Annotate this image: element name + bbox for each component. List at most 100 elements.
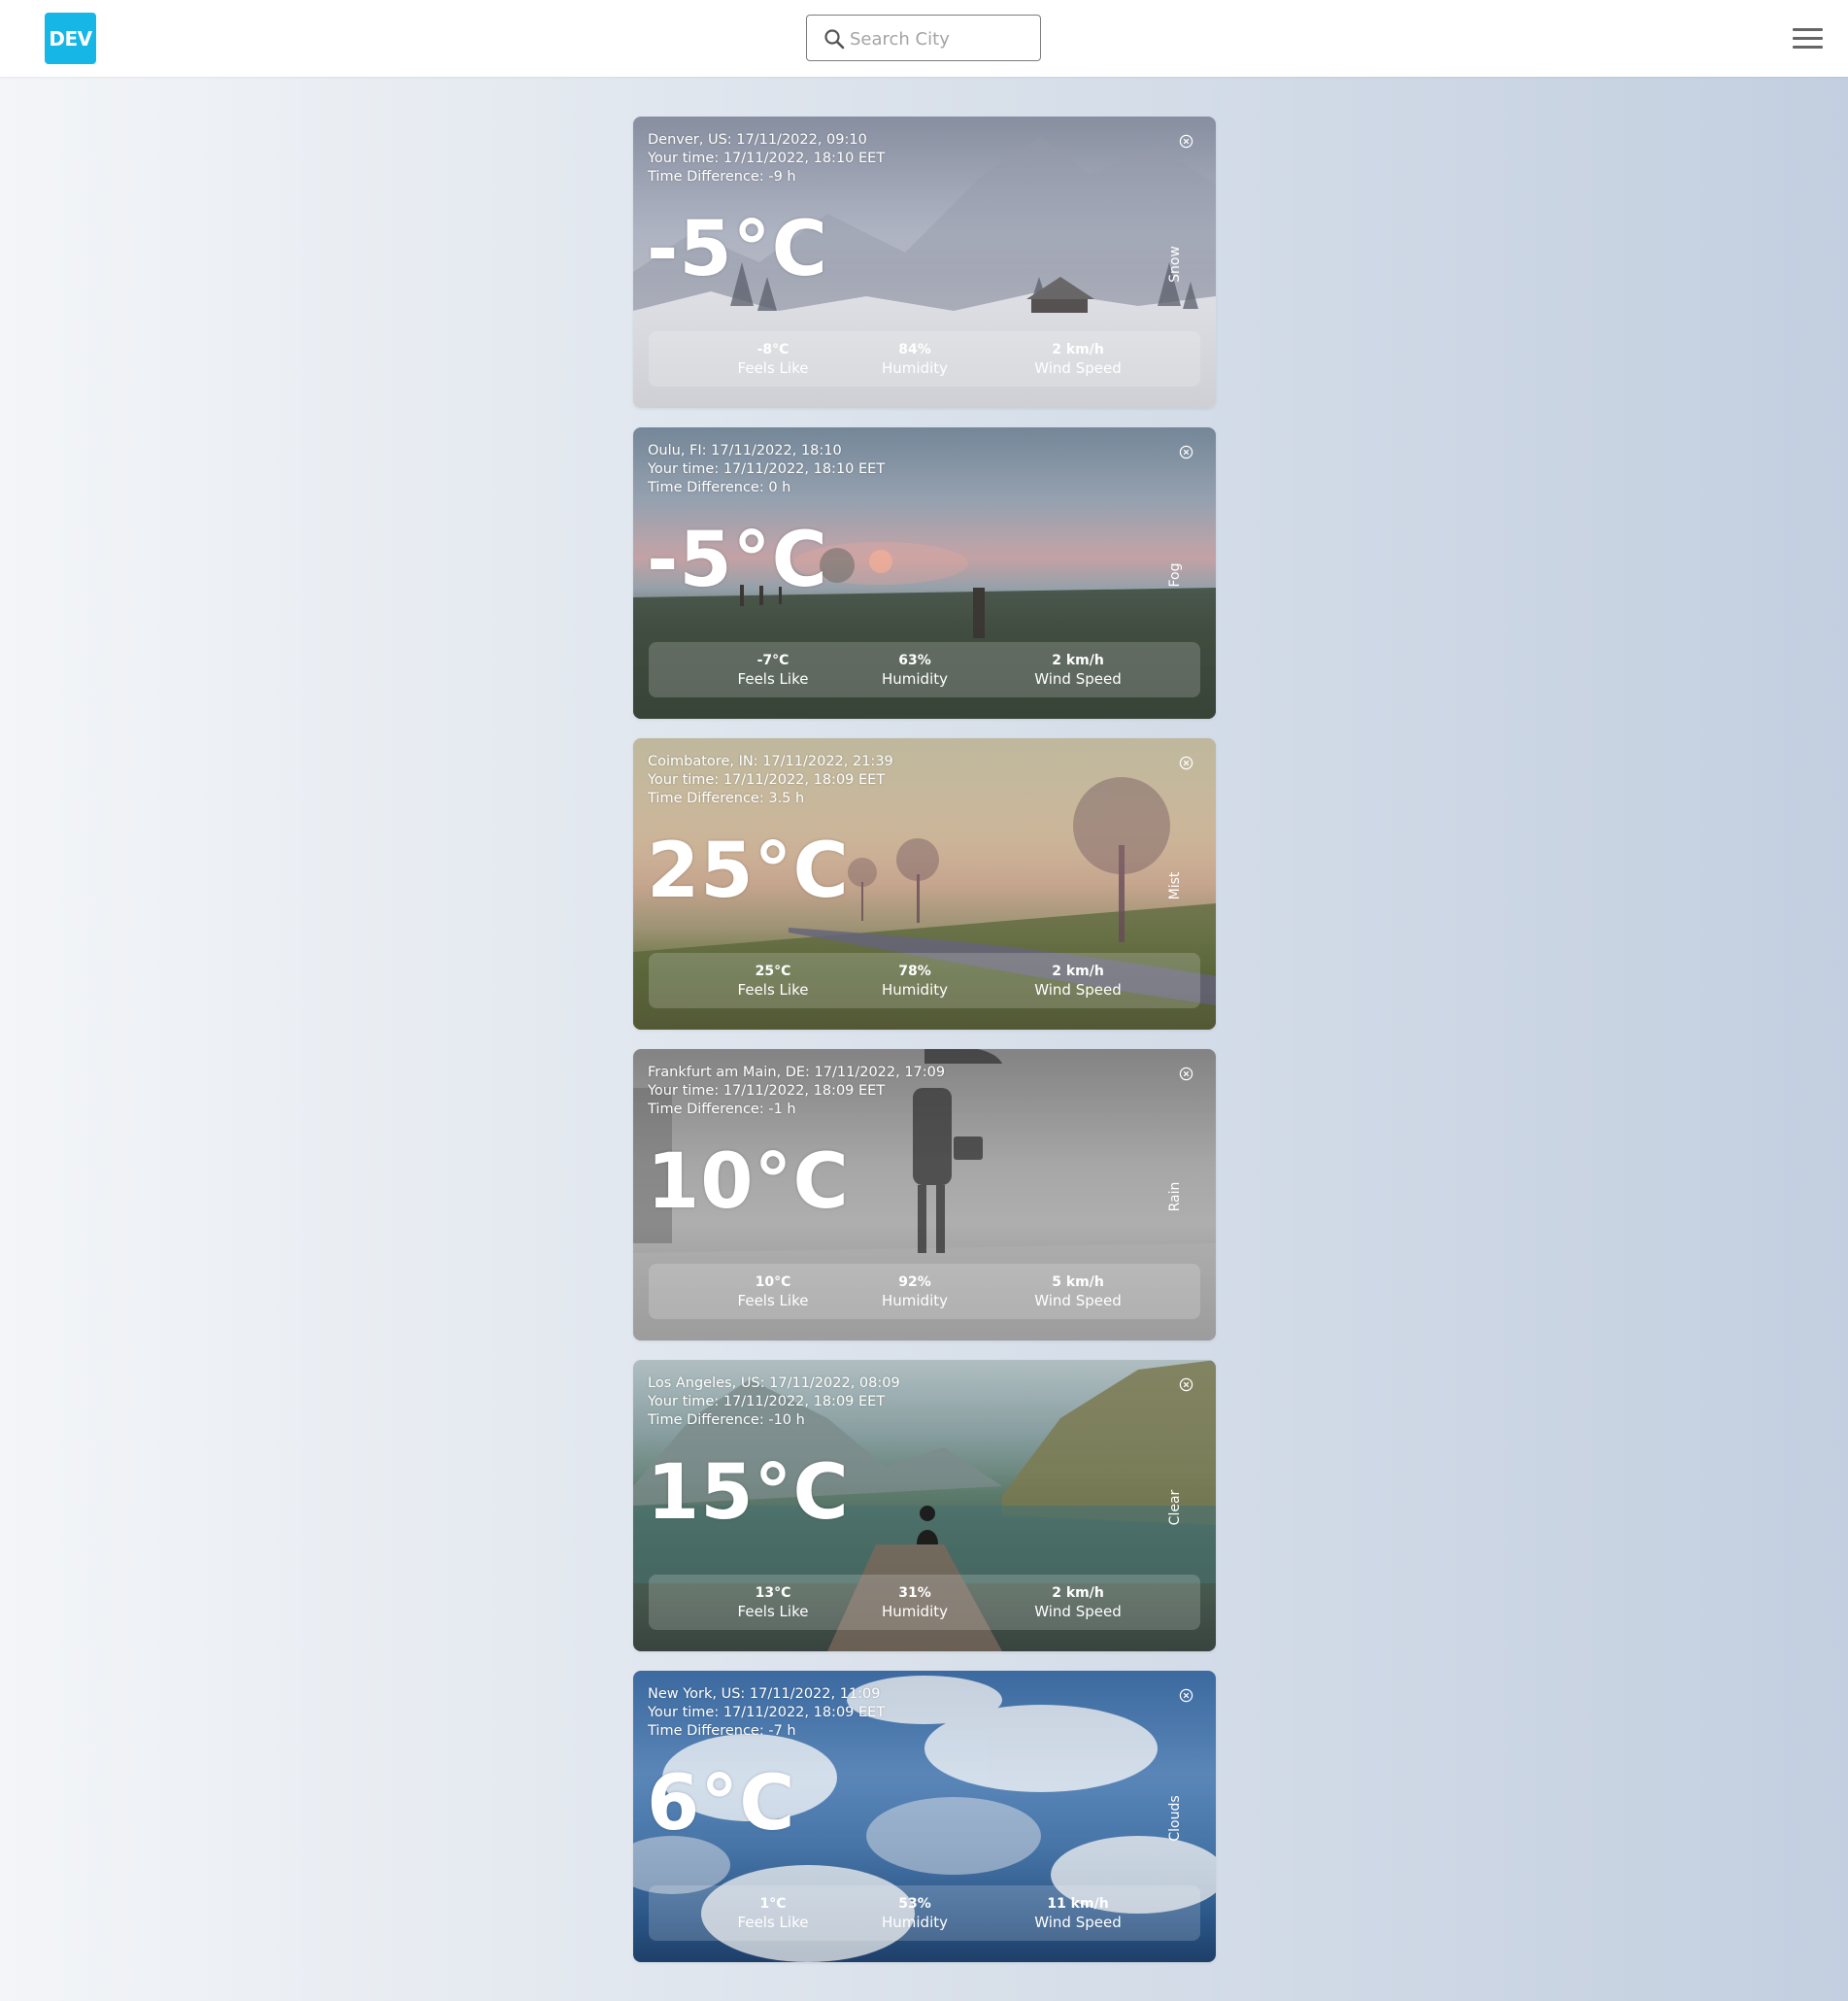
feels-like-label: Feels Like — [737, 669, 809, 688]
wind-speed-stat: 2 km/h Wind Speed — [1020, 963, 1136, 1000]
dev-logo[interactable]: DEV — [45, 13, 96, 64]
your-time: Your time: 17/11/2022, 18:10 EET — [648, 151, 886, 166]
feels-like-label: Feels Like — [737, 1291, 809, 1309]
weather-card-list: Denver, US: 17/11/2022, 09:10 Your time:… — [633, 117, 1216, 1982]
wind-speed-stat: 2 km/h Wind Speed — [1020, 341, 1136, 378]
feels-like-label: Feels Like — [737, 980, 809, 999]
search-city-input[interactable] — [850, 26, 1029, 51]
humidity-label: Humidity — [881, 980, 948, 999]
weather-card: Coimbatore, IN: 17/11/2022, 21:39 Your t… — [633, 738, 1216, 1030]
time-difference: Time Difference: -7 h — [648, 1723, 796, 1739]
feels-like-stat: 25°C Feels Like — [724, 963, 822, 1000]
location-datetime: Coimbatore, IN: 17/11/2022, 21:39 — [648, 754, 893, 769]
location-datetime: Denver, US: 17/11/2022, 09:10 — [648, 132, 867, 148]
your-time: Your time: 17/11/2022, 18:09 EET — [648, 772, 886, 788]
weather-card: Denver, US: 17/11/2022, 09:10 Your time:… — [633, 117, 1216, 408]
close-icon[interactable] — [1179, 1377, 1193, 1392]
feels-like-stat: -7°C Feels Like — [724, 652, 822, 689]
time-difference: Time Difference: -9 h — [648, 169, 796, 185]
feels-like-stat: 13°C Feels Like — [724, 1584, 822, 1621]
temperature: -5°C — [647, 517, 828, 604]
top-navbar: DEV — [0, 0, 1848, 77]
weather-stats: 25°C Feels Like 78% Humidity 2 km/h Wind… — [649, 953, 1200, 1008]
feels-like-value: 25°C — [755, 963, 791, 979]
feels-like-value: 13°C — [755, 1584, 791, 1601]
location-datetime: Oulu, FI: 17/11/2022, 18:10 — [648, 443, 842, 458]
close-icon[interactable] — [1179, 756, 1193, 770]
time-info: New York, US: 17/11/2022, 11:09 Your tim… — [648, 1685, 885, 1741]
time-info: Los Angeles, US: 17/11/2022, 08:09 Your … — [648, 1374, 900, 1430]
wind-speed-stat: 2 km/h Wind Speed — [1020, 1584, 1136, 1621]
wind-speed-stat: 5 km/h Wind Speed — [1020, 1273, 1136, 1310]
humidity-label: Humidity — [881, 358, 948, 377]
wind-speed-value: 5 km/h — [1052, 1273, 1104, 1290]
weather-condition: Clouds — [1167, 1795, 1183, 1842]
wind-speed-label: Wind Speed — [1034, 358, 1122, 377]
close-icon[interactable] — [1179, 1067, 1193, 1081]
location-datetime: Frankfurt am Main, DE: 17/11/2022, 17:09 — [648, 1065, 946, 1080]
wind-speed-stat: 2 km/h Wind Speed — [1020, 652, 1136, 689]
time-info: Coimbatore, IN: 17/11/2022, 21:39 Your t… — [648, 753, 893, 808]
humidity-label: Humidity — [881, 669, 948, 688]
close-icon[interactable] — [1179, 1688, 1193, 1703]
humidity-stat: 63% Humidity — [876, 652, 954, 689]
weather-condition: Rain — [1167, 1181, 1183, 1212]
time-difference: Time Difference: 3.5 h — [648, 791, 805, 806]
feels-like-value: -7°C — [756, 652, 790, 668]
feels-like-label: Feels Like — [737, 1602, 809, 1620]
weather-condition: Snow — [1167, 246, 1183, 283]
humidity-value: 63% — [898, 652, 931, 668]
humidity-value: 78% — [898, 963, 931, 979]
your-time: Your time: 17/11/2022, 18:10 EET — [648, 461, 886, 477]
weather-stats: 13°C Feels Like 31% Humidity 2 km/h Wind… — [649, 1575, 1200, 1630]
your-time: Your time: 17/11/2022, 18:09 EET — [648, 1083, 886, 1099]
time-info: Frankfurt am Main, DE: 17/11/2022, 17:09… — [648, 1064, 945, 1119]
temperature: 15°C — [647, 1449, 850, 1537]
humidity-label: Humidity — [881, 1602, 948, 1620]
humidity-value: 53% — [898, 1895, 931, 1912]
temperature: -5°C — [647, 206, 828, 293]
wind-speed-label: Wind Speed — [1034, 980, 1122, 999]
search-box[interactable] — [806, 15, 1041, 61]
weather-condition: Fog — [1167, 562, 1183, 588]
wind-speed-label: Wind Speed — [1034, 1913, 1122, 1931]
wind-speed-value: 2 km/h — [1052, 341, 1104, 357]
close-icon[interactable] — [1179, 445, 1193, 459]
time-difference: Time Difference: -10 h — [648, 1412, 805, 1428]
feels-like-value: -8°C — [756, 341, 790, 357]
weather-condition: Mist — [1167, 871, 1183, 900]
time-info: Denver, US: 17/11/2022, 09:10 Your time:… — [648, 131, 885, 187]
your-time: Your time: 17/11/2022, 18:09 EET — [648, 1705, 886, 1720]
weather-stats: -8°C Feels Like 84% Humidity 2 km/h Wind… — [649, 331, 1200, 387]
feels-like-stat: 10°C Feels Like — [724, 1273, 822, 1310]
wind-speed-label: Wind Speed — [1034, 1602, 1122, 1620]
weather-condition: Clear — [1167, 1489, 1183, 1526]
weather-stats: 1°C Feels Like 53% Humidity 11 km/h Wind… — [649, 1885, 1200, 1941]
temperature: 10°C — [647, 1138, 850, 1226]
feels-like-value: 1°C — [759, 1895, 787, 1912]
search-icon — [824, 29, 845, 50]
humidity-value: 31% — [898, 1584, 931, 1601]
humidity-stat: 92% Humidity — [876, 1273, 954, 1310]
weather-card: Oulu, FI: 17/11/2022, 18:10 Your time: 1… — [633, 427, 1216, 719]
hamburger-menu-icon[interactable] — [1793, 26, 1823, 51]
weather-stats: 10°C Feels Like 92% Humidity 5 km/h Wind… — [649, 1264, 1200, 1319]
time-difference: Time Difference: 0 h — [648, 480, 791, 495]
wind-speed-label: Wind Speed — [1034, 669, 1122, 688]
weather-card: Frankfurt am Main, DE: 17/11/2022, 17:09… — [633, 1049, 1216, 1340]
weather-card: New York, US: 17/11/2022, 11:09 Your tim… — [633, 1671, 1216, 1962]
close-icon[interactable] — [1179, 134, 1193, 149]
feels-like-stat: -8°C Feels Like — [724, 341, 822, 378]
humidity-value: 92% — [898, 1273, 931, 1290]
humidity-stat: 84% Humidity — [876, 341, 954, 378]
feels-like-value: 10°C — [755, 1273, 791, 1290]
temperature: 25°C — [647, 828, 850, 915]
feels-like-label: Feels Like — [737, 1913, 809, 1931]
humidity-label: Humidity — [881, 1913, 948, 1931]
wind-speed-value: 2 km/h — [1052, 963, 1104, 979]
humidity-value: 84% — [898, 341, 931, 357]
your-time: Your time: 17/11/2022, 18:09 EET — [648, 1394, 886, 1409]
humidity-stat: 31% Humidity — [876, 1584, 954, 1621]
feels-like-stat: 1°C Feels Like — [724, 1895, 822, 1932]
wind-speed-stat: 11 km/h Wind Speed — [1020, 1895, 1136, 1932]
